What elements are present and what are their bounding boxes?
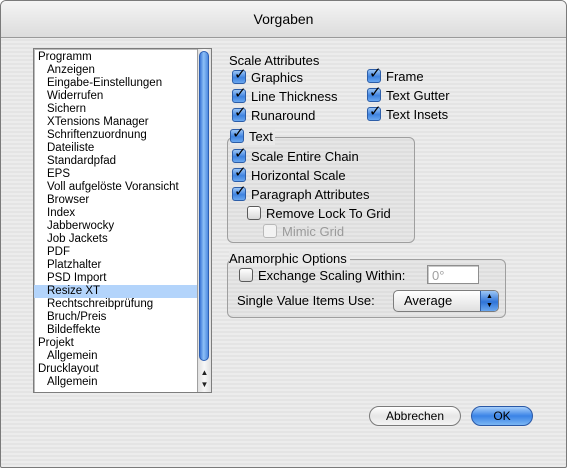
checkbox-checked-icon [230, 125, 245, 143]
list-item[interactable]: EPS [34, 168, 197, 181]
single-value-selected: Average [404, 293, 453, 308]
checkbox-checked-icon [367, 103, 382, 121]
graphics-label: Graphics [251, 70, 304, 85]
text-insets-label: Text Insets [386, 107, 449, 122]
checkbox-checked-icon [232, 183, 247, 201]
category-list-items: Programm Anzeigen Eingabe-Einstellungen Wid… [34, 51, 197, 389]
exchange-scaling-label: Exchange Scaling Within: [258, 268, 406, 283]
list-item[interactable]: Allgemein [34, 376, 197, 389]
list-item[interactable]: Browser [34, 194, 197, 207]
window-title: Vorgaben [1, 1, 566, 38]
paragraph-attributes-checkbox[interactable]: Paragraph Attributes [232, 183, 370, 203]
ok-button[interactable]: OK [471, 406, 533, 426]
checkbox-checked-icon [232, 145, 247, 163]
text-insets-checkbox[interactable]: Text Insets [367, 103, 449, 123]
remove-lock-to-grid-label: Remove Lock To Grid [266, 206, 391, 221]
checkbox-checked-icon [232, 164, 247, 182]
list-item[interactable]: Job Jackets [34, 233, 197, 246]
list-item[interactable]: Bildeffekte [34, 324, 197, 337]
checkbox-unchecked-icon [239, 268, 253, 282]
scale-entire-chain-checkbox[interactable]: Scale Entire Chain [232, 145, 359, 165]
list-item[interactable]: XTensions Manager [34, 116, 197, 129]
list-item[interactable]: PSD Import [34, 272, 197, 285]
list-item[interactable]: Voll aufgelöste Voransicht [34, 181, 197, 194]
runaround-label: Runaround [251, 108, 316, 123]
text-gutter-label: Text Gutter [386, 88, 450, 103]
list-item[interactable]: Platzhalter [34, 259, 197, 272]
list-item[interactable]: Allgemein [34, 350, 197, 363]
list-scrollbar[interactable]: ▲ ▼ [197, 49, 211, 392]
list-category[interactable]: Programm [34, 51, 197, 64]
checkbox-checked-icon [232, 85, 247, 103]
single-value-items-popup[interactable]: Average ▲ ▼ [393, 290, 499, 312]
list-item[interactable]: Resize XT [34, 285, 197, 298]
scrollbar-thumb[interactable] [199, 51, 209, 361]
remove-lock-to-grid-checkbox[interactable]: Remove Lock To Grid [247, 206, 391, 222]
checkbox-checked-icon [367, 65, 382, 83]
preferences-dialog: Vorgaben Programm Anzeigen Eingabe-Einstel… [0, 0, 567, 468]
single-value-items-label: Single Value Items Use: [237, 293, 375, 308]
preferences-category-list[interactable]: Programm Anzeigen Eingabe-Einstellungen Wid… [33, 48, 212, 393]
list-category[interactable]: Projekt [34, 337, 197, 350]
scale-entire-chain-label: Scale Entire Chain [251, 149, 359, 164]
checkbox-checked-icon [367, 84, 382, 102]
checkbox-disabled-icon [263, 224, 277, 238]
list-item[interactable]: Anzeigen [34, 64, 197, 77]
list-item[interactable]: Bruch/Preis [34, 311, 197, 324]
cancel-button[interactable]: Abbrechen [369, 406, 461, 426]
scroll-up-arrow-icon[interactable]: ▲ [198, 367, 211, 379]
exchange-scaling-checkbox[interactable]: Exchange Scaling Within: [239, 268, 405, 284]
frame-label: Frame [386, 69, 424, 84]
horizontal-scale-label: Horizontal Scale [251, 168, 346, 183]
list-item[interactable]: Eingabe-Einstellungen [34, 77, 197, 90]
checkbox-checked-icon [232, 66, 247, 84]
list-item[interactable]: Schriftenzuordnung [34, 129, 197, 142]
text-label: Text [249, 129, 273, 144]
list-item[interactable]: Rechtschreibprüfung [34, 298, 197, 311]
list-category[interactable]: Drucklayout [34, 363, 197, 376]
exchange-scaling-angle-field[interactable]: 0° [427, 265, 479, 284]
horizontal-scale-checkbox[interactable]: Horizontal Scale [232, 164, 346, 184]
text-checkbox[interactable]: Text [230, 125, 275, 145]
line-thickness-checkbox[interactable]: Line Thickness [232, 85, 338, 105]
paragraph-attributes-label: Paragraph Attributes [251, 187, 370, 202]
scroll-down-arrow-icon[interactable]: ▼ [198, 379, 211, 391]
mimic-grid-checkbox[interactable]: Mimic Grid [263, 224, 344, 240]
list-item[interactable]: Widerrufen [34, 90, 197, 103]
anamorphic-options-heading: Anamorphic Options [229, 251, 350, 266]
list-item[interactable]: Standardpfad [34, 155, 197, 168]
list-item[interactable]: Sichern [34, 103, 197, 116]
line-thickness-label: Line Thickness [251, 89, 338, 104]
list-item[interactable]: PDF [34, 246, 197, 259]
checkbox-checked-icon [232, 104, 247, 122]
list-item[interactable]: Jabberwocky [34, 220, 197, 233]
runaround-checkbox[interactable]: Runaround [232, 104, 316, 124]
checkbox-unchecked-icon [247, 206, 261, 220]
list-item[interactable]: Dateiliste [34, 142, 197, 155]
popup-arrows-icon: ▲ ▼ [480, 291, 498, 311]
mimic-grid-label: Mimic Grid [282, 224, 345, 239]
list-item[interactable]: Index [34, 207, 197, 220]
